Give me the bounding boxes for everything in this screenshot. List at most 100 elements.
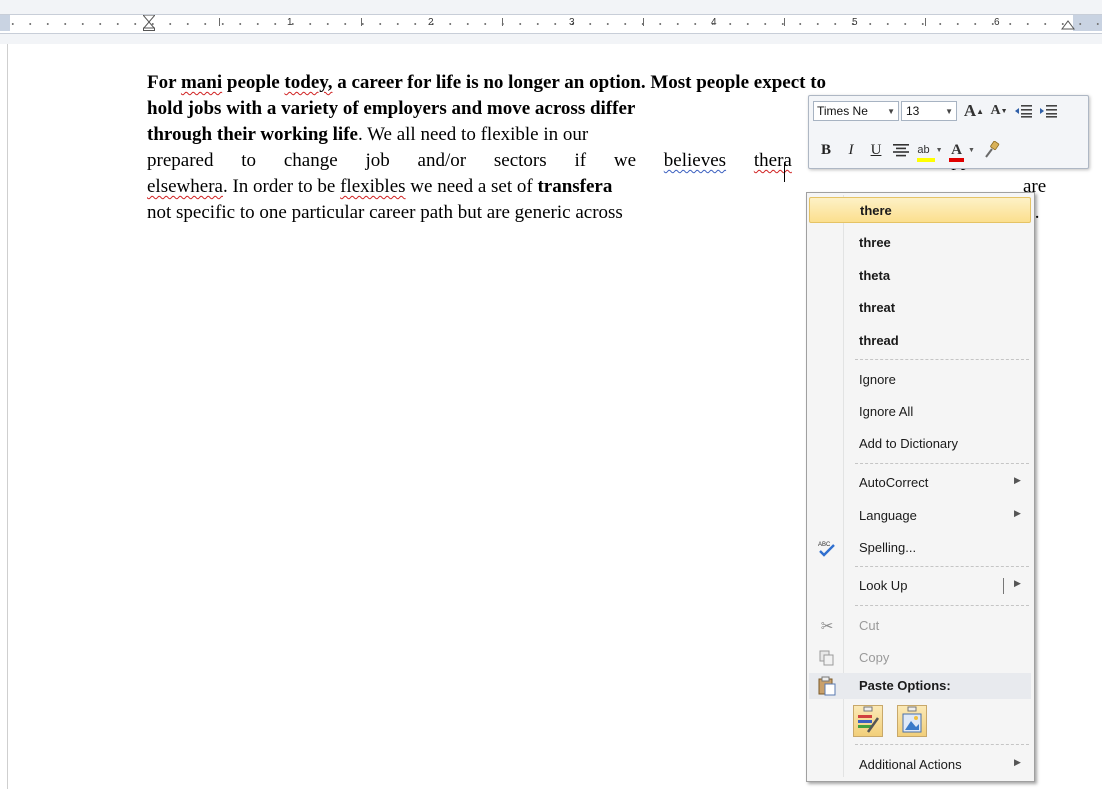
suggestion-label: threat <box>859 300 896 315</box>
ruler-tick <box>784 18 785 26</box>
ruler-number: 2 <box>428 17 434 28</box>
menu-separator <box>855 463 1029 464</box>
font-name-combo[interactable]: Times Ne ▼ <box>813 101 899 121</box>
ruler-tick <box>361 18 362 26</box>
paste-keep-formatting-icon <box>858 706 880 733</box>
misspelled-word[interactable]: mani <box>181 72 222 93</box>
text-line-2: hold jobs with a variety of employers an… <box>147 96 635 122</box>
paste-options-label: Paste Options: <box>859 678 951 693</box>
misspelled-word[interactable]: todey, <box>284 72 332 93</box>
ruler-number: 1 <box>287 17 293 28</box>
word: sectors <box>493 150 547 171</box>
ruler-tick <box>643 18 644 26</box>
grammar-flagged-word[interactable]: believes <box>664 148 726 174</box>
highlighter-icon: ab <box>917 144 936 162</box>
add-to-dictionary-menu-item[interactable]: Add to Dictionary <box>809 431 1031 457</box>
submenu-arrow-icon: ▶ <box>1014 475 1021 485</box>
suggestion-there[interactable]: there <box>809 197 1031 223</box>
suggestion-threat[interactable]: threat <box>809 295 1031 321</box>
suggestion-theta[interactable]: theta <box>809 263 1031 289</box>
ruler-strip: 1 2 3 4 5 6 <box>0 14 1102 34</box>
ruler-tick <box>925 18 926 26</box>
spelling-check-icon: ABC <box>817 538 837 558</box>
additional-actions-menu-item[interactable]: Additional Actions ▶ <box>809 752 1031 778</box>
highlight-color-button[interactable]: ab ▼ <box>915 139 945 162</box>
right-indent-marker[interactable] <box>1061 20 1075 30</box>
bold-button[interactable]: B <box>815 139 837 161</box>
copy-menu-item[interactable]: Copy <box>809 645 1031 671</box>
misspelled-word[interactable]: flexibles <box>340 176 405 197</box>
center-align-button[interactable] <box>890 139 912 161</box>
format-painter-button[interactable] <box>981 139 1003 161</box>
menu-item-label: Cut <box>859 618 880 633</box>
suggestion-three[interactable]: three <box>809 230 1031 256</box>
ruler-tick <box>502 18 503 26</box>
paste-picture-button[interactable] <box>897 705 927 737</box>
misspelled-word[interactable]: elsewhera <box>147 176 223 197</box>
word: we <box>613 150 636 171</box>
mini-toolbar: Times Ne ▼ 13 ▼ A ▲ A ▼ B I U ab ▼ A ▼ <box>808 95 1089 169</box>
text-line-1: For mani people todey, a career for life… <box>147 70 826 96</box>
first-line-indent-marker[interactable] <box>143 15 155 31</box>
text-run: we need a set of <box>405 176 538 197</box>
menu-separator <box>855 566 1029 567</box>
ruler-dots <box>0 23 1102 25</box>
page-left-edge <box>7 44 8 789</box>
text-run: a career for life is no longer an option… <box>332 72 827 93</box>
bold-icon: B <box>820 141 831 158</box>
font-size-combo[interactable]: 13 ▼ <box>901 101 957 121</box>
submenu-arrow-icon: ▶ <box>1014 757 1021 767</box>
suggestion-thread[interactable]: thread <box>809 328 1031 354</box>
chevron-down-icon[interactable]: ▼ <box>936 147 943 154</box>
text-run: For <box>147 72 181 93</box>
ignore-menu-item[interactable]: Ignore <box>809 367 1031 393</box>
misspelled-word[interactable]: thera <box>754 148 792 174</box>
word: change <box>283 150 338 171</box>
cut-menu-item[interactable]: ✂ Cut <box>809 613 1031 639</box>
ruler-number: 3 <box>569 17 575 28</box>
ignore-all-menu-item[interactable]: Ignore All <box>809 399 1031 425</box>
text-run: people <box>222 72 285 93</box>
grow-font-button[interactable]: A ▲ <box>963 100 985 122</box>
decrease-indent-button[interactable] <box>1013 100 1035 122</box>
font-color-label: A <box>951 141 962 158</box>
look-up-menu-item[interactable]: Look Up ▶ <box>809 573 1031 599</box>
font-color-button[interactable]: A ▼ <box>948 139 978 162</box>
text-cursor <box>784 162 785 182</box>
chevron-down-icon[interactable]: ▼ <box>942 107 956 116</box>
shrink-font-button[interactable]: A ▼ <box>988 100 1010 122</box>
autocorrect-menu-item[interactable]: AutoCorrect ▶ <box>809 470 1031 496</box>
spelling-menu-item[interactable]: ABC Spelling... <box>809 535 1031 561</box>
submenu-arrow-icon: ▶ <box>1014 578 1021 588</box>
menu-item-label: Additional Actions <box>859 757 962 772</box>
scissors-icon: ✂ <box>820 618 834 635</box>
menu-separator <box>855 359 1029 360</box>
language-menu-item[interactable]: Language ▶ <box>809 503 1031 529</box>
chevron-down-icon[interactable]: ▼ <box>968 147 975 154</box>
font-name-value: Times Ne <box>817 104 868 118</box>
paste-picture-icon <box>902 706 922 733</box>
chevron-down-icon[interactable]: ▼ <box>884 107 898 116</box>
font-size-value: 13 <box>906 104 920 118</box>
italic-button[interactable]: I <box>840 139 862 161</box>
menu-separator <box>855 605 1029 606</box>
keep-source-formatting-paste-button[interactable] <box>853 705 883 737</box>
increase-indent-button[interactable] <box>1038 100 1060 122</box>
menu-item-label: Language <box>859 508 917 523</box>
underline-button[interactable]: U <box>865 139 887 161</box>
word: and/or <box>417 150 467 171</box>
menu-item-label: AutoCorrect <box>859 475 929 490</box>
word: if <box>574 150 587 171</box>
suggestion-label: theta <box>859 268 891 283</box>
ruler-number: 6 <box>994 17 1000 28</box>
submenu-arrow-icon: ▶ <box>1014 508 1021 518</box>
menu-item-label: Copy <box>859 650 890 665</box>
word: job <box>365 150 390 171</box>
horizontal-ruler[interactable]: 1 2 3 4 5 6 <box>0 0 1102 44</box>
mini-toolbar-row-2: B I U ab ▼ A ▼ <box>815 138 1006 162</box>
suggestion-label: three <box>859 235 891 250</box>
text-run: transfera <box>537 176 613 197</box>
text-line-3: through their working life. We all need … <box>147 122 588 148</box>
text-run: through their working life <box>147 124 358 145</box>
menu-item-label: Ignore <box>859 372 896 387</box>
